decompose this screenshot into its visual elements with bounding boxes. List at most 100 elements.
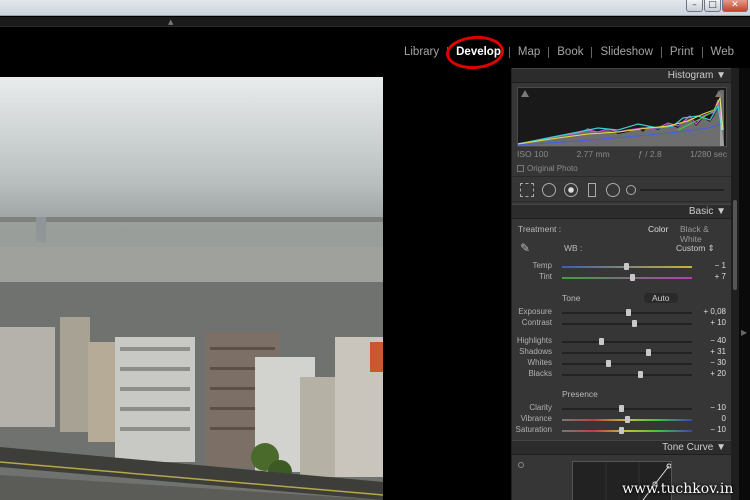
- slider-value[interactable]: + 0,08: [696, 307, 726, 316]
- highlight-circle: [445, 34, 506, 71]
- module-list: Library Develop Map Book Slideshow Print…: [396, 34, 742, 71]
- close-icon[interactable]: ✕: [722, 0, 748, 12]
- camera-info: ISO 100 2.77 mm ƒ / 2.8 1/280 sec: [517, 149, 727, 159]
- spot-removal-icon[interactable]: [542, 183, 556, 197]
- slider-value[interactable]: + 7: [696, 272, 726, 281]
- slider-row-exposure: Exposure + 0,08: [512, 307, 732, 318]
- treatment-label: Treatment :: [518, 224, 562, 234]
- panel-scrollbar-thumb[interactable]: [733, 200, 737, 290]
- slider-knob[interactable]: [623, 263, 629, 270]
- right-edge-strip[interactable]: ▶: [739, 68, 750, 500]
- slider-track[interactable]: [562, 430, 692, 432]
- basic-header[interactable]: Basic ▼: [512, 204, 732, 219]
- iso-value: ISO 100: [517, 149, 549, 159]
- slider-label: Whites: [527, 358, 552, 367]
- photo-preview[interactable]: [0, 77, 383, 500]
- expand-arrow-icon[interactable]: ▶: [741, 328, 747, 337]
- slider-knob[interactable]: [630, 274, 636, 281]
- slider-track[interactable]: [562, 374, 692, 376]
- slider-track[interactable]: [562, 277, 692, 279]
- tone-label: Tone: [562, 293, 581, 303]
- slider-row-clarity: Clarity − 10: [512, 403, 732, 414]
- module-print[interactable]: Print: [662, 46, 702, 58]
- tone-curve-header[interactable]: Tone Curve ▼: [512, 440, 732, 455]
- collapse-triangle-icon[interactable]: ▼: [716, 442, 726, 453]
- slider-value[interactable]: 0: [696, 414, 726, 423]
- slider-label: Vibrance: [520, 414, 552, 423]
- slider-track[interactable]: [562, 352, 692, 354]
- brush-size-track[interactable]: [640, 189, 724, 191]
- treatment-color[interactable]: Color: [648, 224, 668, 234]
- photo-city: [0, 192, 383, 500]
- wb-label: WB :: [564, 243, 583, 253]
- crop-tool-icon[interactable]: [520, 183, 534, 197]
- minimize-icon[interactable]: –: [686, 0, 703, 12]
- slider-knob[interactable]: [626, 309, 632, 316]
- tool-strip: [512, 176, 732, 202]
- histogram-header[interactable]: Histogram ▼: [512, 68, 732, 83]
- slider-row-contrast: Contrast + 10: [512, 318, 732, 329]
- auto-button[interactable]: Auto: [644, 293, 678, 303]
- slider-value[interactable]: − 1: [696, 261, 726, 270]
- histogram-title: Histogram: [667, 70, 714, 81]
- module-develop[interactable]: Develop: [445, 34, 509, 71]
- slider-knob[interactable]: [605, 360, 611, 367]
- red-eye-icon[interactable]: [564, 183, 578, 197]
- slider-value[interactable]: − 30: [696, 358, 726, 367]
- photo-haze: [0, 187, 383, 247]
- module-slideshow[interactable]: Slideshow: [592, 46, 660, 58]
- slider-track[interactable]: [562, 363, 692, 365]
- brush-icon[interactable]: [626, 185, 636, 195]
- slider-value[interactable]: + 20: [696, 369, 726, 378]
- module-book[interactable]: Book: [549, 46, 591, 58]
- slider-track[interactable]: [562, 341, 692, 343]
- original-photo-toggle[interactable]: Original Photo: [517, 164, 578, 173]
- slider-label: Saturation: [515, 425, 552, 434]
- slider-value[interactable]: − 10: [696, 425, 726, 434]
- slider-track[interactable]: [562, 323, 692, 325]
- slider-value[interactable]: + 31: [696, 347, 726, 356]
- checkbox-icon[interactable]: [517, 165, 524, 172]
- slider-value[interactable]: − 40: [696, 336, 726, 345]
- slider-value[interactable]: + 10: [696, 318, 726, 327]
- slider-knob[interactable]: [645, 349, 651, 356]
- treatment-bw[interactable]: Black & White: [680, 224, 732, 244]
- graduated-filter-icon[interactable]: [588, 183, 596, 197]
- top-panel-strip[interactable]: ▲: [0, 17, 750, 27]
- eyedropper-icon[interactable]: ✎: [520, 241, 530, 255]
- module-web[interactable]: Web: [703, 46, 742, 58]
- slider-label: Clarity: [529, 403, 552, 412]
- slider-row-tint: Tint + 7: [512, 272, 732, 283]
- slider-knob[interactable]: [638, 371, 643, 378]
- original-photo-label: Original Photo: [527, 164, 578, 173]
- collapse-arrow-icon[interactable]: ▲: [168, 18, 173, 26]
- histogram-curves: [517, 90, 724, 146]
- slider-row-saturation: Saturation − 10: [512, 425, 732, 436]
- module-map[interactable]: Map: [510, 46, 548, 58]
- histogram-graph[interactable]: [517, 87, 727, 147]
- window-controls: – □ ✕: [686, 0, 748, 12]
- slider-row-vibrance: Vibrance 0: [512, 414, 732, 425]
- window-title-bar: – □ ✕: [0, 0, 750, 16]
- basic-title: Basic: [688, 206, 714, 217]
- tone-curve-title: Tone Curve: [662, 442, 714, 453]
- slider-value[interactable]: − 10: [696, 403, 726, 412]
- wb-dropdown[interactable]: Custom ⇕: [676, 243, 715, 254]
- module-library[interactable]: Library: [396, 46, 447, 58]
- slider-row-highlights: Highlights − 40: [512, 336, 732, 347]
- aperture-value: ƒ / 2.8: [638, 149, 662, 159]
- slider-knob[interactable]: [625, 416, 630, 423]
- slider-knob[interactable]: [618, 427, 624, 434]
- radial-filter-icon[interactable]: [606, 183, 620, 197]
- collapse-triangle-icon[interactable]: ▼: [716, 206, 726, 217]
- slider-knob[interactable]: [618, 405, 624, 412]
- presence-label: Presence: [562, 389, 598, 399]
- module-picker: Library Develop Map Book Slideshow Print…: [0, 28, 750, 71]
- collapse-triangle-icon[interactable]: ▼: [716, 70, 726, 81]
- slider-track[interactable]: [562, 408, 692, 410]
- target-adjust-icon[interactable]: [518, 462, 524, 468]
- slider-knob[interactable]: [631, 320, 637, 327]
- slider-label: Temp: [532, 261, 552, 270]
- slider-knob[interactable]: [599, 338, 604, 345]
- maximize-icon[interactable]: □: [704, 0, 721, 12]
